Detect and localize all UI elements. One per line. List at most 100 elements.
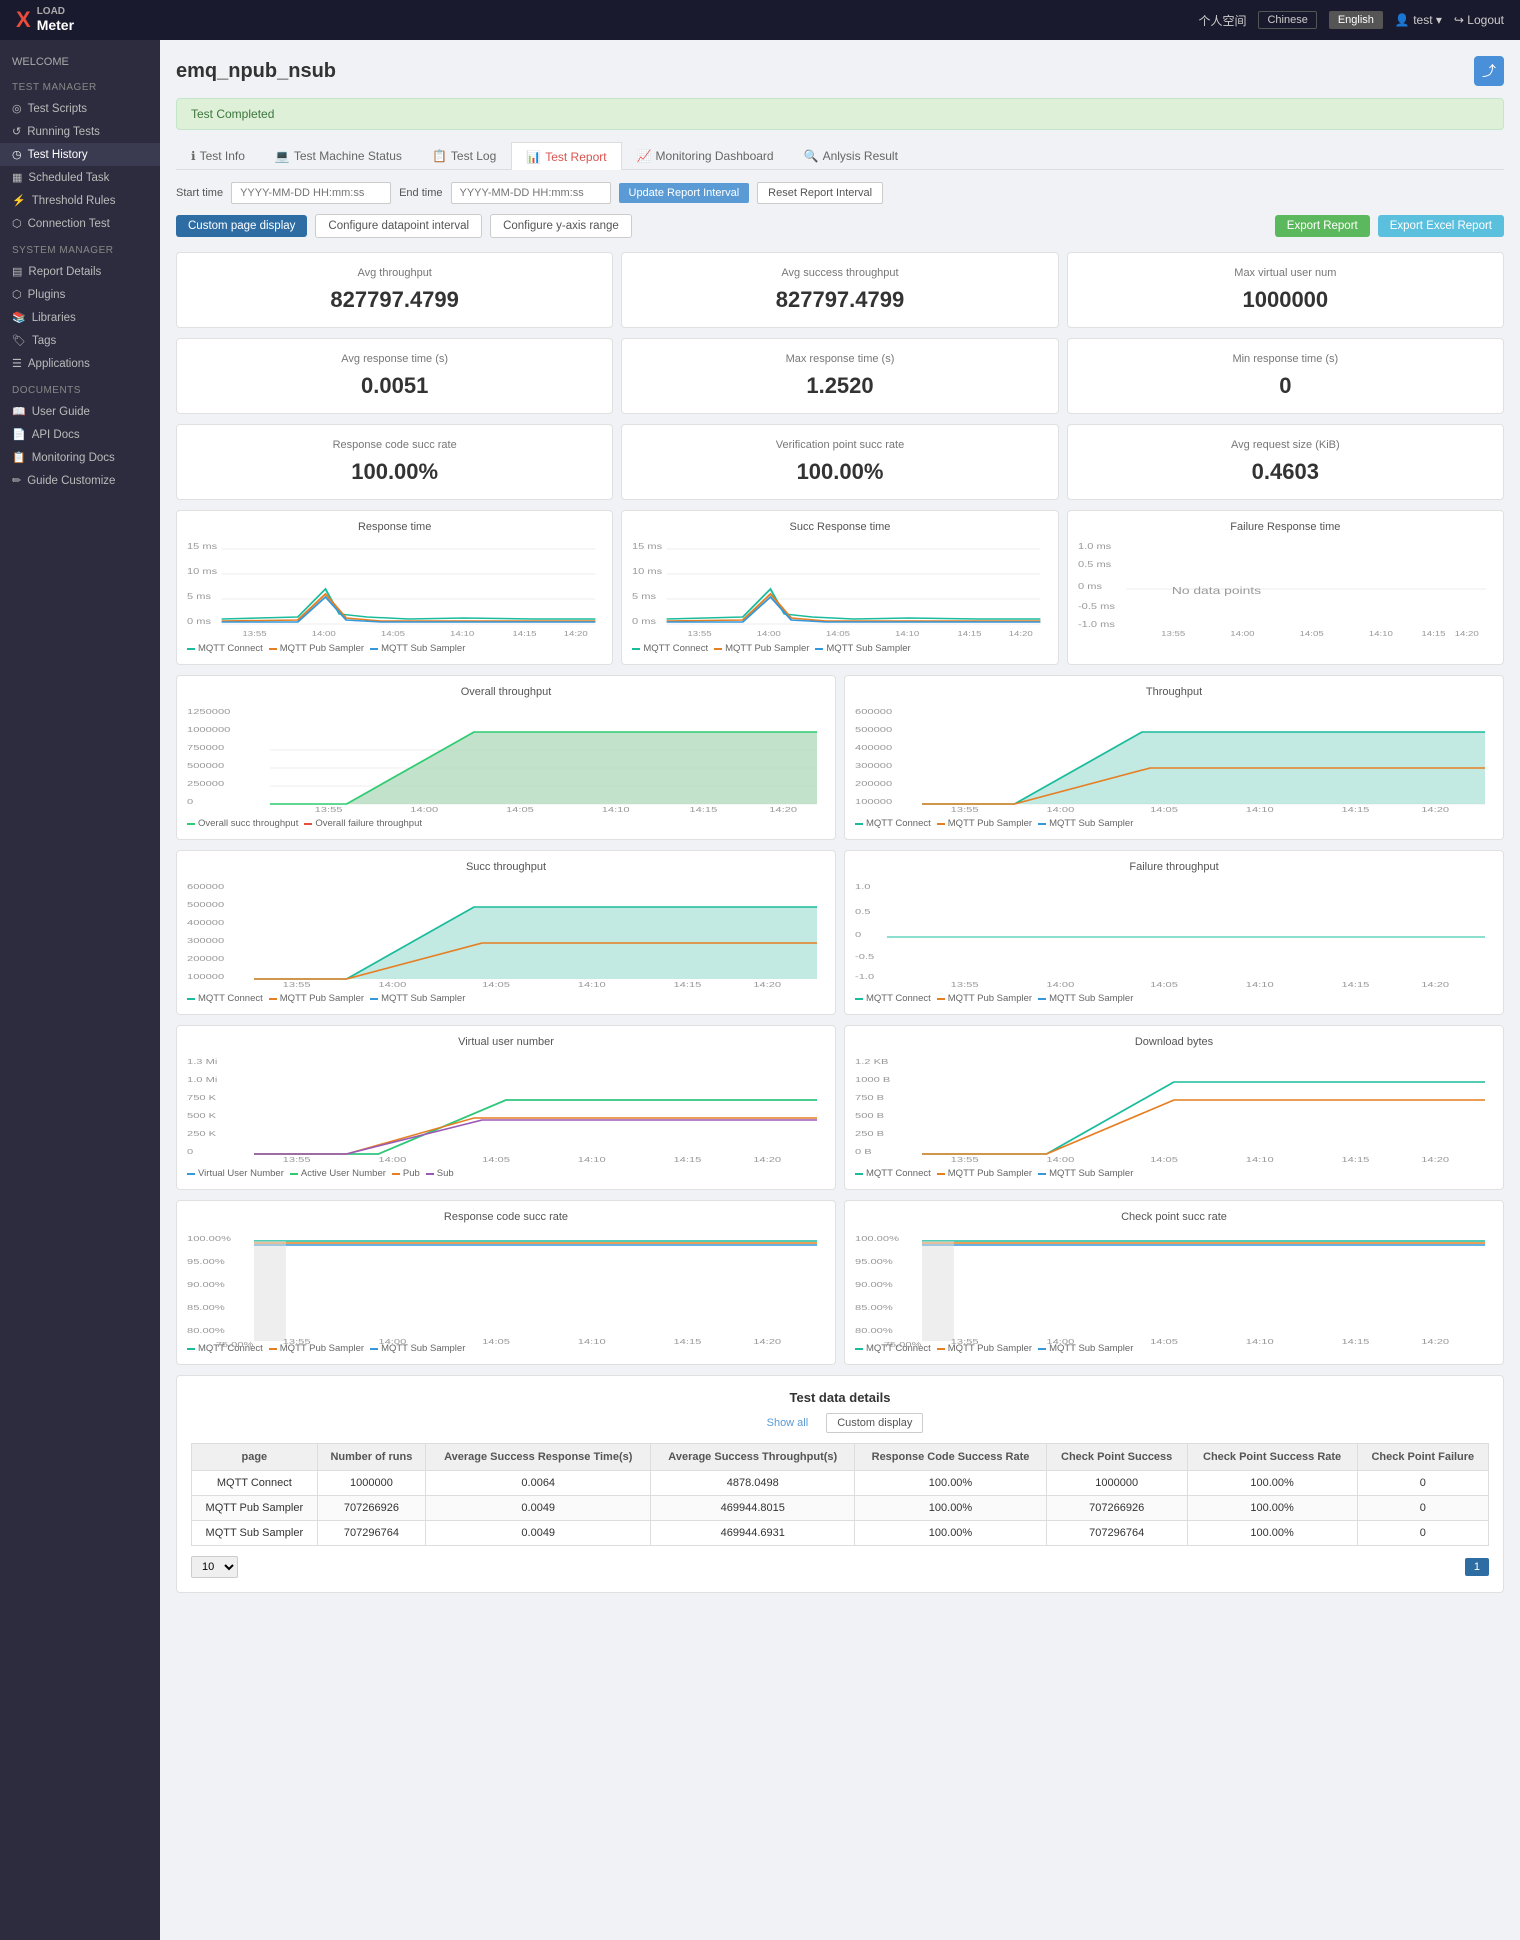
chart-overall-throughput: Overall throughput 1250000 1000000 75000…: [176, 675, 836, 840]
sidebar-item-threshold-rules[interactable]: ⚡ Threshold Rules: [0, 189, 160, 212]
chart-overall-throughput-legend: Overall succ throughput Overall failure …: [187, 818, 825, 829]
cell-avg-resp-2: 0.0049: [426, 1496, 651, 1521]
reset-report-interval-btn[interactable]: Reset Report Interval: [757, 182, 883, 204]
tab-test-log[interactable]: 📋 Test Log: [417, 142, 511, 169]
svg-text:14:10: 14:10: [1246, 981, 1274, 989]
cell-avg-throughput-3: 469944.6931: [651, 1521, 855, 1546]
sidebar-item-guide-customize[interactable]: ✏ Guide Customize: [0, 469, 160, 492]
custom-display-btn[interactable]: Custom display: [826, 1413, 923, 1433]
svg-text:200000: 200000: [187, 955, 224, 963]
stat-max-response-time-label: Max response time (s): [638, 353, 1041, 365]
sidebar-item-api-docs[interactable]: 📄 API Docs: [0, 423, 160, 446]
page-size-select[interactable]: 10 20 50: [191, 1556, 238, 1578]
chart-failure-throughput-area: 1.0 0.5 0 -0.5 -1.0 13:55 14:00 14:05 14…: [855, 879, 1493, 989]
cell-cp-failure-1: 0: [1357, 1471, 1488, 1496]
chart-response-time-title: Response time: [187, 521, 602, 533]
plugins-icon: ⬡: [12, 288, 22, 301]
tab-monitoring-dashboard-label: Monitoring Dashboard: [656, 149, 774, 163]
cell-cp-success-2: 707266926: [1046, 1496, 1187, 1521]
test-data-details-section: Test data details Show all Custom displa…: [176, 1375, 1504, 1593]
start-time-input[interactable]: [231, 182, 391, 204]
cell-cp-failure-3: 0: [1357, 1521, 1488, 1546]
cell-runs-3: 707296764: [317, 1521, 425, 1546]
libraries-icon: 📚: [12, 311, 26, 324]
svg-text:400000: 400000: [855, 744, 892, 752]
sidebar-item-user-guide[interactable]: 📖 User Guide: [0, 400, 160, 423]
cell-runs-2: 707266926: [317, 1496, 425, 1521]
chart-response-time: Response time 15 ms 10 ms 5 ms 0 ms: [176, 510, 613, 665]
stat-verification-succ-rate: Verification point succ rate 100.00%: [621, 424, 1058, 500]
sidebar-item-connection-test[interactable]: ⬡ Connection Test: [0, 212, 160, 235]
tab-analysis-result[interactable]: 🔍 Anlysis Result: [789, 142, 913, 169]
svg-text:14:05: 14:05: [1150, 1338, 1178, 1346]
sidebar-item-scheduled-task[interactable]: ▦ Scheduled Task: [0, 166, 160, 189]
threshold-rules-icon: ⚡: [12, 194, 26, 207]
lang-chinese-btn[interactable]: Chinese: [1258, 11, 1316, 29]
export-excel-btn[interactable]: Export Excel Report: [1378, 215, 1504, 237]
sidebar-item-libraries[interactable]: 📚 Libraries: [0, 306, 160, 329]
svg-text:14:10: 14:10: [1368, 629, 1393, 637]
share-button[interactable]: ⤴: [1474, 56, 1504, 86]
table-header-row: page Number of runs Average Success Resp…: [192, 1444, 1489, 1471]
svg-text:14:20: 14:20: [1421, 1156, 1449, 1164]
svg-text:1.2 KB: 1.2 KB: [855, 1058, 888, 1066]
svg-text:14:10: 14:10: [895, 629, 920, 637]
svg-text:13:55: 13:55: [283, 1156, 311, 1164]
sidebar-label-plugins: Plugins: [28, 289, 66, 301]
stat-response-code-succ-rate: Response code succ rate 100.00%: [176, 424, 613, 500]
logout-btn[interactable]: ↪ Logout: [1454, 13, 1504, 27]
svg-text:14:05: 14:05: [381, 629, 406, 637]
svg-text:14:20: 14:20: [564, 629, 589, 637]
user-menu[interactable]: 👤 test ▾: [1395, 13, 1442, 27]
svg-text:14:15: 14:15: [1421, 629, 1446, 637]
stat-max-response-time-value: 1.2520: [638, 373, 1041, 399]
user-space-link[interactable]: 个人空间: [1198, 12, 1246, 29]
sidebar-item-monitoring-docs[interactable]: 📋 Monitoring Docs: [0, 446, 160, 469]
svg-text:0: 0: [187, 1148, 193, 1156]
export-report-btn[interactable]: Export Report: [1275, 215, 1370, 237]
show-all-btn[interactable]: Show all: [757, 1414, 819, 1432]
chart-response-time-legend: MQTT Connect MQTT Pub Sampler MQTT Sub S…: [187, 643, 602, 654]
svg-text:14:15: 14:15: [673, 1338, 701, 1346]
svg-text:400000: 400000: [187, 919, 224, 927]
lang-english-btn[interactable]: English: [1329, 11, 1383, 29]
cell-resp-code-rate-3: 100.00%: [855, 1521, 1047, 1546]
stats-grid-row1: Avg throughput 827797.4799 Avg success t…: [176, 252, 1504, 328]
svg-text:-0.5 ms: -0.5 ms: [1078, 602, 1115, 611]
configure-datapoint-btn[interactable]: Configure datapoint interval: [315, 214, 482, 238]
sidebar-item-tags[interactable]: 🏷 Tags: [0, 329, 160, 352]
cell-cp-success-rate-2: 100.00%: [1187, 1496, 1357, 1521]
chart-succ-response-legend: MQTT Connect MQTT Pub Sampler MQTT Sub S…: [632, 643, 1047, 654]
svg-text:250 K: 250 K: [187, 1130, 217, 1138]
svg-text:14:20: 14:20: [1454, 629, 1479, 637]
sidebar-item-test-scripts[interactable]: ◎ Test Scripts: [0, 97, 160, 120]
tab-test-report[interactable]: 📊 Test Report: [511, 142, 621, 170]
svg-text:250 B: 250 B: [855, 1130, 884, 1138]
update-report-interval-btn[interactable]: Update Report Interval: [619, 183, 750, 203]
pagination-row: 10 20 50 1: [191, 1556, 1489, 1578]
table-section-title: Test data details: [191, 1390, 1489, 1405]
svg-text:750 K: 750 K: [187, 1094, 217, 1102]
custom-page-display-btn[interactable]: Custom page display: [176, 215, 307, 237]
legend-mqtt-sub-label: MQTT Sub Sampler: [381, 643, 465, 654]
svg-text:1.0: 1.0: [855, 883, 871, 891]
sidebar-item-report-details[interactable]: ▤ Report Details: [0, 260, 160, 283]
col-cp-success-rate: Check Point Success Rate: [1187, 1444, 1357, 1471]
svg-text:14:10: 14:10: [1246, 1156, 1274, 1164]
configure-yaxis-btn[interactable]: Configure y-axis range: [490, 214, 632, 238]
end-time-input[interactable]: [451, 182, 611, 204]
tab-test-machine-status[interactable]: 💻 Test Machine Status: [260, 142, 417, 169]
svg-text:14:15: 14:15: [1341, 806, 1369, 814]
tab-test-info[interactable]: ℹ Test Info: [176, 142, 260, 169]
sidebar-item-running-tests[interactable]: ↺ Running Tests: [0, 120, 160, 143]
status-alert: Test Completed: [176, 98, 1504, 130]
top-navigation: X LOAD Meter 个人空间 Chinese English 👤 test…: [0, 0, 1520, 40]
page-1-btn[interactable]: 1: [1465, 1558, 1489, 1576]
sidebar-item-applications[interactable]: ☰ Applications: [0, 352, 160, 375]
page-title: emq_npub_nsub: [176, 60, 336, 83]
chart-response-code-succ-area: 100.00% 95.00% 90.00% 85.00% 80.00% 75.0…: [187, 1229, 825, 1339]
sidebar-item-test-history[interactable]: ◷ Test History: [0, 143, 160, 166]
tab-monitoring-dashboard[interactable]: 📈 Monitoring Dashboard: [622, 142, 789, 169]
tab-test-machine-label: Test Machine Status: [294, 149, 402, 163]
sidebar-item-plugins[interactable]: ⬡ Plugins: [0, 283, 160, 306]
